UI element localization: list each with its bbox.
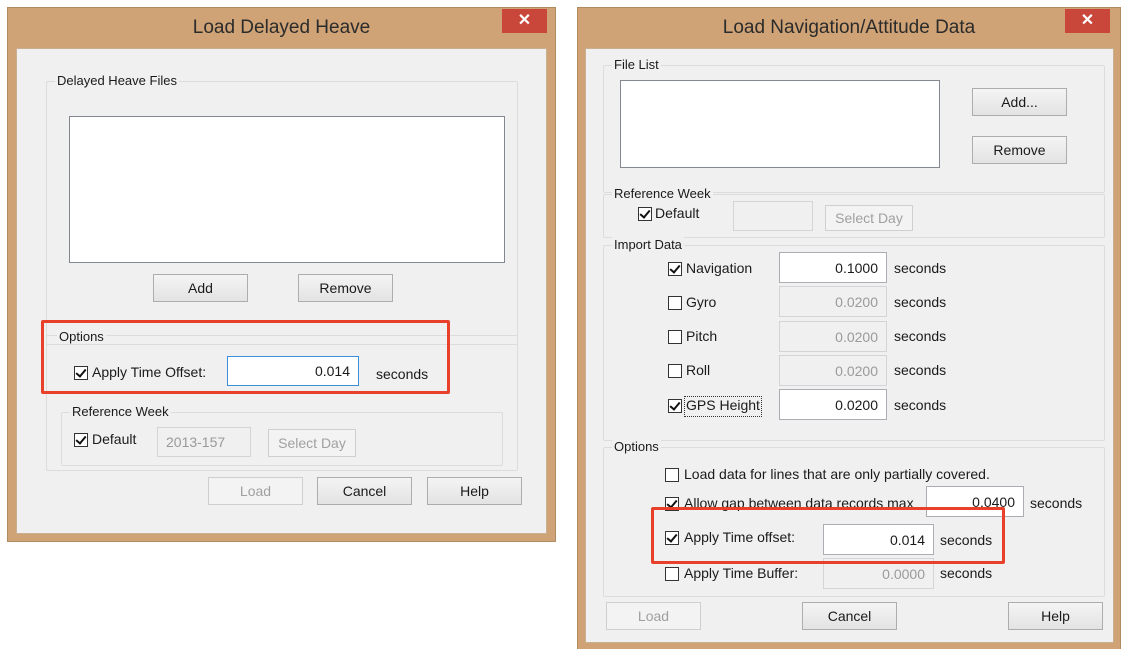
seconds-unit: seconds [1030, 495, 1083, 511]
navigation-interval-input[interactable]: 0.1000 [779, 252, 887, 283]
remove-button[interactable]: Remove [298, 274, 393, 302]
seconds-unit: seconds [940, 565, 993, 581]
group-label: File List [612, 57, 661, 72]
cancel-button[interactable]: Cancel [802, 602, 897, 630]
close-button[interactable]: ✕ [502, 9, 547, 33]
reference-week-group: Reference Week Default 2013-157 Select D… [61, 404, 503, 466]
default-checkbox[interactable] [638, 207, 652, 221]
seconds-unit: seconds [894, 294, 947, 310]
default-label: Default [655, 205, 700, 221]
pitch-interval-input: 0.0200 [779, 321, 887, 352]
file-list[interactable] [620, 80, 940, 168]
dialog-body: Delayed Heave Files Add Remove Options A… [16, 48, 547, 534]
reference-week-input [733, 201, 813, 231]
help-button[interactable]: Help [427, 477, 522, 505]
gyro-label: Gyro [686, 294, 717, 310]
group-label: Options [612, 439, 661, 454]
highlight-frame [651, 507, 1005, 564]
title-bar[interactable]: Load Navigation/Attitude Data ✕ [578, 8, 1120, 48]
default-label: Default [92, 431, 137, 447]
pitch-label: Pitch [686, 328, 718, 344]
seconds-unit: seconds [894, 397, 947, 413]
apply-time-buffer-label: Apply Time Buffer: [684, 565, 799, 581]
roll-label: Roll [686, 362, 711, 378]
title-bar[interactable]: Load Delayed Heave ✕ [8, 8, 555, 48]
seconds-unit: seconds [894, 328, 947, 344]
add-button[interactable]: Add... [972, 88, 1067, 116]
dialog-title: Load Delayed Heave [192, 17, 371, 38]
remove-button[interactable]: Remove [972, 136, 1067, 164]
cancel-button[interactable]: Cancel [317, 477, 412, 505]
apply-time-buffer-checkbox[interactable] [665, 567, 679, 581]
file-list-group: File List Add... Remove [603, 57, 1105, 193]
gps-height-label: GPS Height [686, 397, 760, 413]
seconds-unit: seconds [894, 362, 947, 378]
reference-week-input: 2013-157 [157, 427, 251, 457]
load-button: Load [208, 477, 303, 505]
gyro-checkbox[interactable] [668, 296, 682, 310]
partial-coverage-label: Load data for lines that are only partia… [684, 466, 990, 482]
highlight-frame [41, 320, 450, 394]
select-day-button: Select Day [825, 205, 913, 231]
select-day-button: Select Day [268, 429, 356, 457]
roll-interval-input: 0.0200 [779, 355, 887, 386]
delayed-heave-files-group: Delayed Heave Files Add Remove [46, 73, 518, 345]
gps-height-interval-input[interactable]: 0.0200 [779, 389, 887, 420]
import-data-group: Import Data Navigation 0.1000 seconds Gy… [603, 237, 1105, 441]
group-label: Reference Week [70, 404, 171, 419]
gps-height-checkbox[interactable] [668, 399, 682, 413]
load-button: Load [606, 602, 701, 630]
help-button[interactable]: Help [1008, 602, 1103, 630]
close-button[interactable]: ✕ [1065, 9, 1110, 33]
seconds-unit: seconds [894, 260, 947, 276]
navigation-checkbox[interactable] [668, 262, 682, 276]
dialog-title: Load Navigation/Attitude Data [722, 17, 976, 38]
partial-coverage-checkbox[interactable] [665, 468, 679, 482]
group-label: Import Data [612, 237, 684, 252]
roll-checkbox[interactable] [668, 364, 682, 378]
navigation-label: Navigation [686, 260, 753, 276]
group-label: Reference Week [612, 186, 713, 201]
pitch-checkbox[interactable] [668, 330, 682, 344]
reference-week-group: Reference Week Default Select Day [603, 186, 1105, 238]
gyro-interval-input: 0.0200 [779, 286, 887, 317]
add-button[interactable]: Add [153, 274, 248, 302]
load-delayed-heave-dialog: Load Delayed Heave ✕ Delayed Heave Files… [8, 8, 555, 541]
delayed-heave-file-list[interactable] [69, 116, 505, 263]
group-label: Delayed Heave Files [55, 73, 179, 88]
default-checkbox[interactable] [74, 433, 88, 447]
